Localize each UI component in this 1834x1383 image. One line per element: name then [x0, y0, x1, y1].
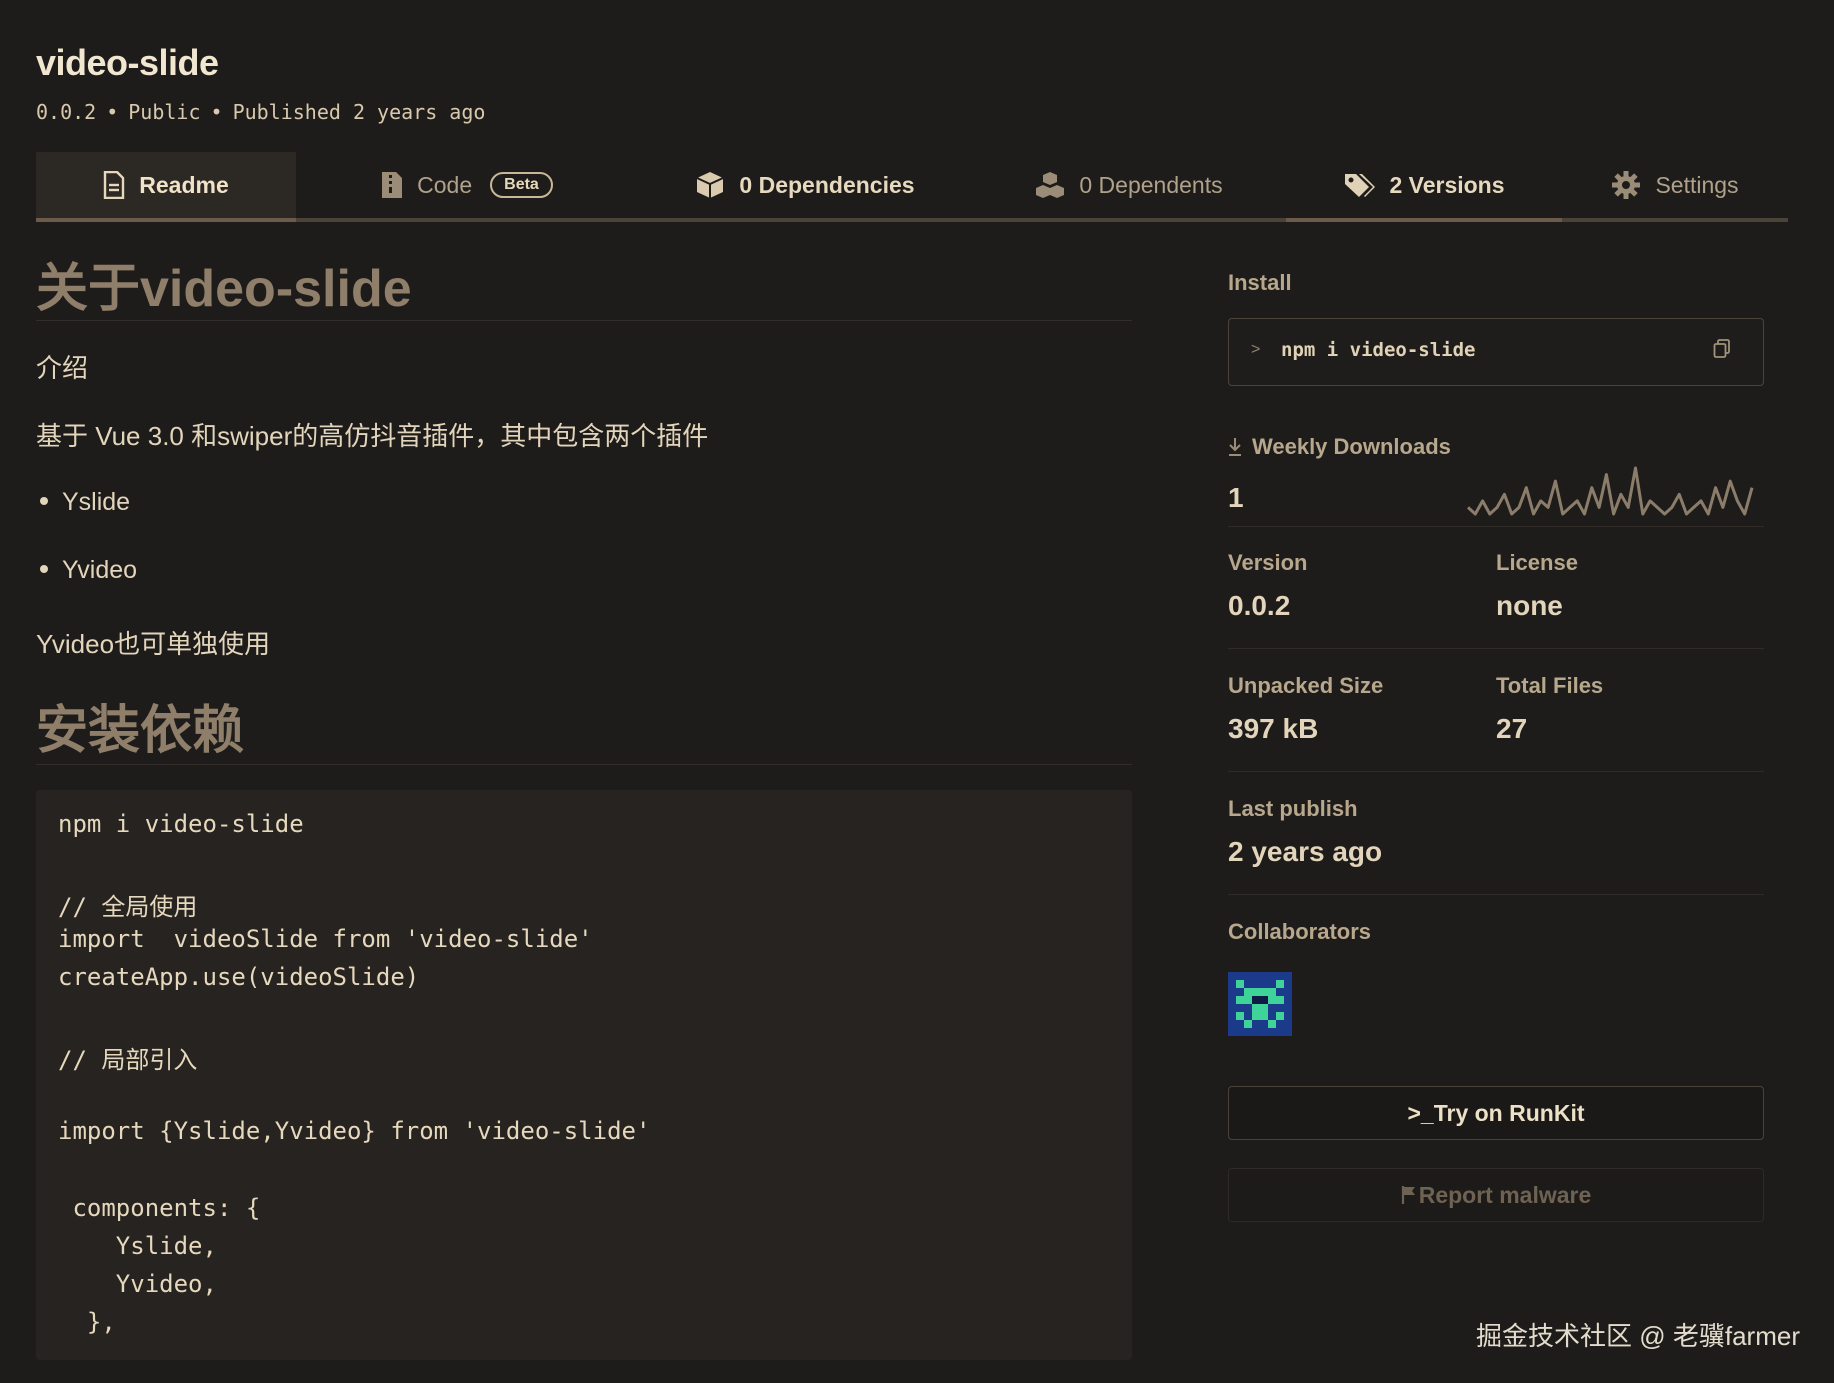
- package-meta: 0.0.2 • Public • Published 2 years ago: [36, 100, 485, 124]
- readme-heading-install: 安装依赖: [36, 702, 245, 760]
- tab-settings-label: Settings: [1655, 171, 1739, 198]
- last-publish-value: 2 years ago: [1228, 836, 1383, 867]
- code-line: Yslide,: [58, 1232, 217, 1260]
- tab-readme[interactable]: Readme: [36, 152, 296, 222]
- tab-dependents-label: 0 Dependents: [1079, 171, 1223, 198]
- boxes-icon: [1035, 171, 1065, 199]
- license-label: License: [1496, 550, 1578, 575]
- download-icon: [1228, 437, 1242, 457]
- list-item: Yvideo: [36, 556, 137, 585]
- gear-icon: [1611, 170, 1641, 200]
- total-files-value: 27: [1496, 713, 1528, 744]
- code-line: createApp.use(videoSlide): [58, 963, 420, 991]
- downloads-sparkline[interactable]: [1464, 464, 1756, 518]
- divider: [1228, 894, 1764, 895]
- readme-intro-label: 介绍: [36, 353, 89, 383]
- install-command: npm i video-slide: [1281, 339, 1476, 361]
- collaborators-label: Collaborators: [1228, 919, 1372, 944]
- tags-icon: [1343, 171, 1376, 199]
- code-line: Yvideo,: [58, 1270, 217, 1298]
- readme-intro-text: 基于 Vue 3.0 和swiper的高仿抖音插件，其中包含两个插件: [36, 421, 709, 451]
- divider: [1228, 526, 1764, 527]
- package-tabs: Readme Code Beta 0 Dependencies 0 Depend…: [36, 152, 1788, 222]
- code-line: components: {: [58, 1194, 261, 1222]
- tab-dependencies[interactable]: 0 Dependencies: [638, 152, 972, 222]
- avatar[interactable]: [1228, 972, 1292, 1036]
- tab-versions-label: 2 Versions: [1389, 171, 1505, 198]
- meta-separator: •: [210, 100, 223, 124]
- beta-badge: Beta: [490, 172, 553, 198]
- report-malware-label: Report malware: [1418, 1181, 1592, 1208]
- package-version: 0.0.2: [36, 100, 97, 124]
- total-files-label: Total Files: [1496, 673, 1604, 698]
- license-value: none: [1496, 590, 1563, 621]
- unpacked-size-label: Unpacked Size: [1228, 673, 1384, 698]
- list-item-text: Yvideo: [62, 556, 138, 584]
- tab-code-label: Code: [417, 171, 473, 198]
- code-file-icon: [381, 171, 403, 199]
- list-item-text: Yslide: [62, 488, 131, 516]
- last-publish-label: Last publish: [1228, 796, 1358, 821]
- terminal-icon: >_: [1407, 1099, 1434, 1126]
- install-command-box[interactable]: > npm i video-slide: [1228, 318, 1764, 386]
- code-line: npm i video-slide: [58, 810, 304, 838]
- weekly-downloads-label: Weekly Downloads: [1252, 434, 1451, 459]
- weekly-downloads-value: 1: [1228, 482, 1244, 513]
- copy-icon[interactable]: [1713, 339, 1731, 364]
- unpacked-size-value: 397 kB: [1228, 713, 1319, 744]
- meta-separator: •: [106, 100, 119, 124]
- code-line: },: [58, 1308, 116, 1336]
- code-line: import {Yslide,Yvideo} from 'video-slide…: [58, 1117, 651, 1145]
- tab-settings[interactable]: Settings: [1562, 152, 1788, 222]
- bullet: [40, 564, 48, 573]
- prompt-icon: >: [1251, 341, 1261, 358]
- try-runkit-label: Try on RunKit: [1433, 1099, 1585, 1126]
- flag-icon: [1401, 1185, 1417, 1205]
- code-line: // 全局使用: [58, 893, 198, 921]
- code-line: // 局部引入: [58, 1046, 198, 1074]
- sparkline-line: [1466, 466, 1754, 516]
- tab-versions[interactable]: 2 Versions: [1286, 152, 1562, 222]
- readme-icon: [103, 171, 125, 199]
- list-item: Yslide: [36, 488, 130, 517]
- tab-dependents[interactable]: 0 Dependents: [972, 152, 1286, 222]
- tab-code[interactable]: Code Beta: [296, 152, 638, 222]
- tab-readme-label: Readme: [139, 171, 229, 198]
- readme-note: Yvideo也可单独使用: [36, 629, 271, 659]
- watermark: 掘金技术社区 @ 老骥farmer: [1476, 1321, 1800, 1351]
- report-malware-button[interactable]: Report malware: [1228, 1168, 1764, 1222]
- version-label: Version: [1228, 550, 1308, 575]
- weekly-downloads-label-row: Weekly Downloads: [1228, 434, 1451, 460]
- readme-heading-about: 关于video-slide: [36, 260, 412, 318]
- package-published: Published 2 years ago: [232, 100, 486, 124]
- install-label: Install: [1228, 270, 1292, 295]
- divider: [1228, 648, 1764, 649]
- tab-dependencies-label: 0 Dependencies: [739, 171, 915, 198]
- heading-divider: [36, 320, 1132, 321]
- version-value: 0.0.2: [1228, 590, 1291, 621]
- try-runkit-button[interactable]: >_ Try on RunKit: [1228, 1086, 1764, 1140]
- code-line: import videoSlide from 'video-slide': [58, 925, 593, 953]
- package-title: video-slide: [36, 42, 219, 83]
- code-block[interactable]: npm i video-slide // 全局使用 import videoSl…: [36, 790, 1132, 1360]
- box-icon: [695, 171, 725, 199]
- package-visibility: Public: [128, 100, 201, 124]
- heading-divider: [36, 764, 1132, 765]
- divider: [1228, 771, 1764, 772]
- bullet: [40, 496, 48, 505]
